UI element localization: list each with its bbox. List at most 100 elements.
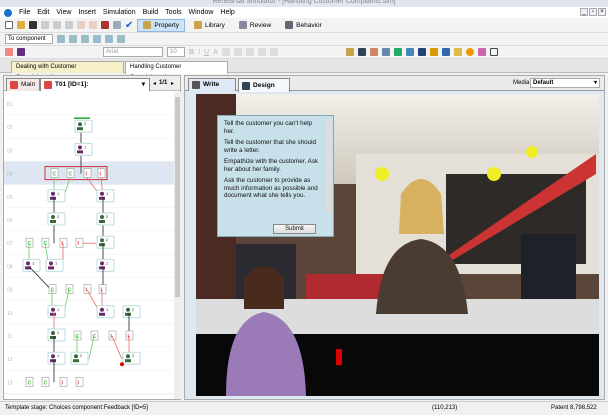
flow-scrollbar[interactable] xyxy=(174,92,181,399)
menu-view[interactable]: View xyxy=(56,9,71,16)
underline-icon[interactable]: U xyxy=(204,49,209,56)
actor-node[interactable]: 1 xyxy=(47,189,66,203)
new-icon[interactable] xyxy=(5,21,13,29)
minimize-button[interactable]: _ xyxy=(580,8,588,16)
actor-node[interactable]: 1 xyxy=(47,305,66,319)
insert-audio-icon[interactable] xyxy=(405,48,414,56)
menu-help[interactable]: Help xyxy=(220,9,234,16)
numbering-icon[interactable] xyxy=(269,48,278,56)
align-top-icon[interactable] xyxy=(93,35,101,43)
align-text-center-icon[interactable] xyxy=(233,48,242,56)
insert-image-icon[interactable] xyxy=(393,48,402,56)
choice-option[interactable]: Empathize with the customer. Ask her abo… xyxy=(224,158,323,173)
actor-node[interactable]: 2 xyxy=(96,235,115,249)
align-text-right-icon[interactable] xyxy=(245,48,254,56)
line-color-icon[interactable] xyxy=(17,48,25,56)
scene-canvas[interactable]: Tell the customer you can't help her. Te… xyxy=(196,94,599,396)
incorrect-choice-node[interactable]: I xyxy=(59,237,68,248)
close-button[interactable]: × xyxy=(598,8,606,16)
actor-node[interactable]: 1 xyxy=(47,351,66,365)
insert-grid-icon[interactable] xyxy=(441,48,450,56)
menu-window[interactable]: Window xyxy=(189,9,214,16)
align-bottom-icon[interactable] xyxy=(117,35,125,43)
align-left-icon[interactable] xyxy=(57,35,65,43)
actor-node[interactable]: 2 xyxy=(47,212,66,226)
insert-feedback-icon[interactable] xyxy=(357,48,366,56)
doc-tab-handling[interactable]: Handling Customer Complaints.sim× xyxy=(125,61,228,81)
actor-node[interactable]: 2 xyxy=(122,305,141,319)
design-tab[interactable]: Design xyxy=(238,78,290,92)
actor-node[interactable]: 2 xyxy=(96,212,115,226)
align-middle-icon[interactable] xyxy=(105,35,113,43)
menu-tools[interactable]: Tools xyxy=(165,9,181,16)
incorrect-choice-node[interactable]: I xyxy=(125,330,134,341)
align-text-left-icon[interactable] xyxy=(221,48,230,56)
export-icon[interactable] xyxy=(489,48,498,56)
flow-row[interactable]: 11 xyxy=(4,324,174,348)
library-button[interactable]: Library xyxy=(189,19,230,32)
scrollbar-thumb[interactable] xyxy=(175,97,180,297)
next-page-button[interactable]: ▸ xyxy=(171,80,174,87)
font-select[interactable]: Arial xyxy=(103,47,163,57)
cut-icon[interactable] xyxy=(41,21,49,29)
italic-icon[interactable]: I xyxy=(198,49,200,56)
choices-scrollbar[interactable] xyxy=(326,119,332,213)
template-select[interactable]: T01 [ID=1]: ▾ xyxy=(40,78,150,91)
submit-button[interactable]: Submit xyxy=(273,224,316,234)
insert-video-icon[interactable] xyxy=(417,48,426,56)
actor-node[interactable]: 2 xyxy=(47,328,66,342)
flow-row[interactable]: 06 xyxy=(4,208,174,232)
actor-node[interactable]: 1 xyxy=(96,258,115,272)
correct-choice-node[interactable]: C xyxy=(50,168,59,178)
check-icon[interactable]: ✔ xyxy=(125,20,133,31)
main-tab[interactable]: Main xyxy=(6,78,41,91)
insert-page-icon[interactable] xyxy=(345,48,354,56)
bold-icon[interactable]: B xyxy=(189,49,194,56)
redo-icon[interactable] xyxy=(89,21,97,29)
font-size-select[interactable]: 10 xyxy=(167,47,185,57)
insert-note-icon[interactable] xyxy=(453,48,462,56)
incorrect-choice-node[interactable]: I xyxy=(108,330,117,341)
incorrect-choice-node[interactable]: I xyxy=(75,237,84,248)
incorrect-choice-node[interactable]: I xyxy=(83,284,92,294)
choice-option[interactable]: Tell the customer that she should write … xyxy=(224,139,323,154)
incorrect-choice-node[interactable]: I xyxy=(59,377,68,387)
actor-node[interactable]: 1 xyxy=(74,142,93,156)
correct-choice-node[interactable]: C xyxy=(66,168,75,178)
undo-icon[interactable] xyxy=(77,21,85,29)
actor-node[interactable]: 2 xyxy=(122,351,141,365)
actor-node[interactable]: 1 xyxy=(96,189,115,203)
choice-option[interactable]: Tell the customer you can't help her. xyxy=(224,120,323,135)
menu-insert[interactable]: Insert xyxy=(78,9,96,16)
correct-choice-node[interactable]: C xyxy=(73,330,82,341)
correct-choice-node[interactable]: C xyxy=(48,284,57,294)
insert-timer-icon[interactable] xyxy=(465,48,474,56)
align-center-icon[interactable] xyxy=(69,35,77,43)
actor-node[interactable]: 2 xyxy=(70,351,89,365)
actor-node[interactable]: 2 xyxy=(74,119,93,133)
paste-icon[interactable] xyxy=(65,21,73,29)
open-icon[interactable] xyxy=(17,21,25,29)
insert-chart-icon[interactable] xyxy=(369,48,378,56)
incorrect-choice-node[interactable]: I xyxy=(97,168,106,178)
incorrect-choice-node[interactable]: I xyxy=(83,168,92,178)
menu-simulation[interactable]: Simulation xyxy=(103,9,136,16)
doc-tab-dealing[interactable]: Dealing with Customer Complaints.sim× xyxy=(11,61,124,81)
actor-node[interactable]: 1 xyxy=(45,258,64,272)
flow-row[interactable]: 01 xyxy=(4,92,174,116)
copy-icon[interactable] xyxy=(53,21,61,29)
correct-choice-node[interactable]: C xyxy=(25,237,34,248)
write-tab[interactable]: Write xyxy=(188,78,236,91)
insert-text-icon[interactable] xyxy=(381,48,390,56)
save-icon[interactable] xyxy=(29,21,37,29)
choice-option[interactable]: Ask the customer to provide as much info… xyxy=(224,177,323,200)
correct-choice-node[interactable]: C xyxy=(65,284,74,294)
insert-button-icon[interactable] xyxy=(429,48,438,56)
correct-choice-node[interactable]: C xyxy=(25,377,34,387)
preview-icon[interactable] xyxy=(113,21,121,29)
correct-choice-node[interactable]: C xyxy=(41,377,50,387)
property-button[interactable]: Property xyxy=(137,18,185,32)
align-select[interactable]: To component xyxy=(5,34,53,44)
incorrect-choice-node[interactable]: I xyxy=(98,284,107,294)
behavior-button[interactable]: Behavior xyxy=(280,19,327,32)
